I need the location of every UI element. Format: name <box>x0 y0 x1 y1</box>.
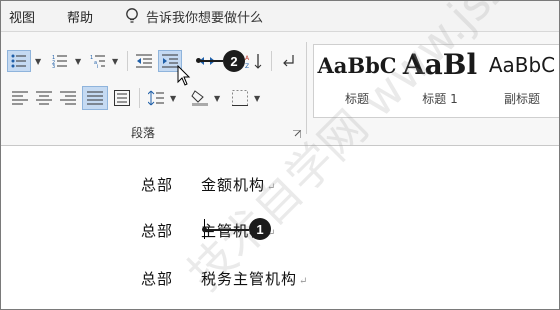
ribbon-separator <box>127 51 128 71</box>
center-icon <box>36 91 52 105</box>
callout-2-line <box>199 60 223 62</box>
align-right-icon <box>60 91 76 105</box>
sort-icon: AZ <box>245 54 262 69</box>
word-window: 视图 帮助 告诉我你想要做什么 ▼ 123 ▼ 1ai ▼ A Z ▼ ▼ ▼ … <box>0 0 560 310</box>
line-spacing-dropdown-icon[interactable]: ▼ <box>170 94 176 103</box>
line-text: 税务主管机构 <box>201 270 298 288</box>
svg-text:1: 1 <box>90 55 93 61</box>
decrease-indent-icon <box>136 54 152 68</box>
paragraph-group-label: 段落 <box>131 126 156 140</box>
line-spacing-icon <box>148 90 164 106</box>
ribbon-separator <box>271 51 272 71</box>
mouse-pointer-icon <box>177 65 191 86</box>
justify-icon <box>87 91 103 105</box>
style-preview: AaBbC <box>317 53 397 78</box>
multilevel-list-icon: 1ai <box>90 55 105 68</box>
dept-text: 总部 <box>141 176 174 194</box>
dept-text: 总部 <box>141 222 174 240</box>
paragraph-mark-icon: ↵ <box>299 276 309 287</box>
styles-gallery: AaBbC 标题 AaBl 标题 1 AaBbC 副标题 <box>313 44 559 118</box>
bullets-icon <box>11 54 26 68</box>
svg-text:A: A <box>245 55 250 62</box>
center-button[interactable] <box>33 87 55 109</box>
style-title[interactable]: AaBbC 标题 <box>316 45 398 117</box>
justify-button[interactable] <box>82 86 108 110</box>
callout-2: 2 <box>223 50 245 72</box>
shading-dropdown-icon[interactable]: ▼ <box>214 94 220 103</box>
ribbon-group-separator <box>306 42 307 134</box>
numbering-dropdown-icon[interactable]: ▼ <box>75 57 81 66</box>
show-hide-marks-button[interactable] <box>277 50 299 72</box>
align-left-button[interactable] <box>9 87 31 109</box>
multilevel-dropdown-icon[interactable]: ▼ <box>112 57 118 66</box>
style-heading-1[interactable]: AaBl 标题 1 <box>400 45 480 117</box>
decrease-indent-button[interactable] <box>133 50 155 72</box>
bullets-button[interactable] <box>7 50 31 72</box>
callout-1: 1 <box>249 218 271 240</box>
distributed-icon <box>114 90 130 106</box>
doc-line-3: 总部 税务主管机构 ↵ <box>141 268 308 289</box>
ribbon-separator <box>139 88 140 108</box>
menu-view[interactable]: 视图 <box>9 7 35 26</box>
shading-icon <box>191 90 208 106</box>
borders-icon <box>232 90 248 106</box>
sort-button[interactable]: AZ <box>242 50 266 72</box>
bullets-dropdown-icon[interactable]: ▼ <box>35 57 41 66</box>
align-right-button[interactable] <box>57 87 79 109</box>
dialog-launcher-icon[interactable] <box>293 130 301 138</box>
style-name: 标题 <box>344 92 369 106</box>
doc-line-1: 总部 金额机构 ↵ <box>141 174 276 195</box>
numbering-button[interactable]: 123 <box>49 50 71 72</box>
style-name: 副标题 <box>503 92 540 106</box>
multilevel-list-button[interactable]: 1ai <box>87 50 109 72</box>
style-preview: AaBl <box>402 48 478 81</box>
shading-button[interactable] <box>189 87 211 109</box>
tell-me-search[interactable]: 告诉我你想要做什么 <box>146 7 263 26</box>
borders-dropdown-icon[interactable]: ▼ <box>254 94 260 103</box>
ribbon-paragraph-group: ▼ 123 ▼ 1ai ▼ AZ ▼ ▼ ▼ 段落 AaBbC 标题 AaBl … <box>1 32 559 146</box>
align-left-icon <box>12 91 28 105</box>
document-area[interactable]: 技术自学网 www.jszx.cc 总部 金额机构 ↵ 总部 主管机构 ↵ 总部 税务主管… <box>1 1 559 309</box>
show-marks-icon <box>283 55 294 67</box>
svg-text:3: 3 <box>52 64 55 68</box>
line-text: 金额机构 <box>201 176 266 194</box>
line-spacing-button[interactable] <box>145 87 167 109</box>
style-name: 标题 1 <box>422 92 458 106</box>
borders-button[interactable] <box>229 87 251 109</box>
svg-text:Z: Z <box>245 63 249 69</box>
distributed-button[interactable] <box>111 87 133 109</box>
paragraph-mark-icon: ↵ <box>267 182 277 193</box>
numbering-icon: 123 <box>52 55 67 68</box>
svg-text:i: i <box>97 64 98 68</box>
style-preview: AaBbC <box>488 53 556 77</box>
dept-text: 总部 <box>141 270 174 288</box>
callout-1-line <box>205 229 249 231</box>
style-subtitle[interactable]: AaBbC 副标题 <box>482 45 559 117</box>
increase-indent-icon <box>162 54 178 68</box>
menu-help[interactable]: 帮助 <box>67 7 93 26</box>
menu-bar: 视图 帮助 告诉我你想要做什么 <box>1 1 559 32</box>
lightbulb-icon <box>126 8 138 23</box>
